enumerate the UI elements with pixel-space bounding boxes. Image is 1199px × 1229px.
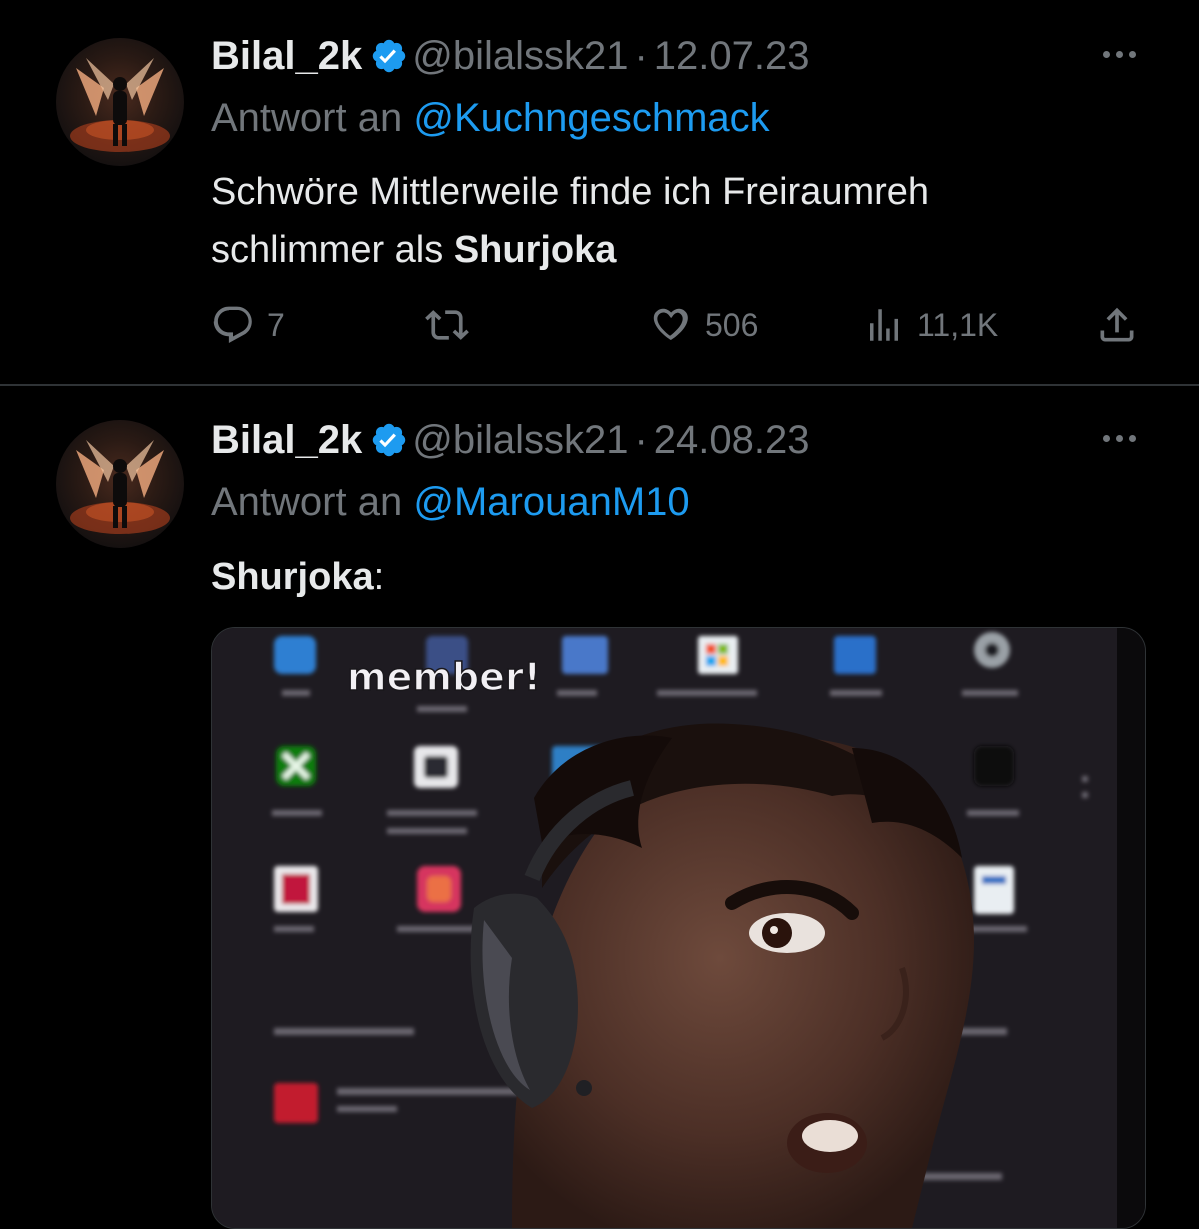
tweet-media-image[interactable]: member!	[211, 627, 1146, 1229]
display-name[interactable]: Bilal_2k	[211, 418, 362, 462]
separator-dot: ·	[634, 34, 648, 78]
tweet-text: Shurjoka:	[211, 548, 1111, 606]
tweet-text-rest: :	[373, 556, 385, 598]
reply-count: 7	[267, 306, 285, 343]
tweet-text-bold: Shurjoka	[211, 556, 374, 598]
more-icon[interactable]	[1099, 44, 1139, 64]
tweet-text-line-2: schlimmer als Shurjoka	[211, 221, 1111, 279]
tweet-header: Bilal_2k @bilalssk21 · 12.07.23	[211, 32, 810, 86]
display-name[interactable]: Bilal_2k	[211, 34, 362, 78]
avatar[interactable]	[56, 38, 184, 166]
tweet-date[interactable]: 12.07.23	[654, 34, 810, 78]
more-icon[interactable]	[1099, 428, 1139, 448]
person-in-video	[470, 723, 974, 1228]
views-icon	[870, 309, 898, 341]
separator-dot: ·	[634, 418, 648, 462]
tweet-text-line-1: Schwöre Mittlerweile finde ich Freiraumr…	[211, 171, 930, 213]
like-count: 506	[705, 306, 759, 343]
tweet-1[interactable]: Bilal_2k @bilalssk21 · 12.07.23 Antwort an …	[0, 0, 1199, 385]
media-caption-text: member!	[347, 655, 541, 699]
share-icon	[1100, 307, 1134, 342]
verified-badge-icon[interactable]	[370, 421, 408, 470]
reply-context: Antwort an @MarouanM10	[211, 478, 690, 526]
action-bar: 7 506 11,1K	[211, 300, 1141, 350]
avatar[interactable]	[56, 420, 184, 548]
view-count: 11,1K	[917, 306, 999, 343]
reply-mention-link[interactable]: @MarouanM10	[413, 480, 689, 524]
like-button[interactable]: 506	[647, 300, 758, 350]
reply-prefix: Antwort an	[211, 96, 403, 140]
like-icon	[653, 308, 688, 341]
retweet-button[interactable]	[425, 300, 481, 350]
verified-badge-icon[interactable]	[370, 37, 408, 86]
reply-context: Antwort an @Kuchngeschmack	[211, 94, 770, 142]
reply-button[interactable]: 7	[211, 300, 285, 350]
reply-mention-link[interactable]: @Kuchngeschmack	[413, 96, 769, 140]
share-button[interactable]	[1095, 300, 1139, 350]
views-button[interactable]: 11,1K	[863, 300, 998, 350]
user-handle[interactable]: @bilalssk21	[412, 34, 628, 78]
tweet-text: Schwöre Mittlerweile finde ich Freiraumr…	[211, 163, 1111, 279]
user-handle[interactable]: @bilalssk21	[412, 418, 628, 462]
tweet-header: Bilal_2k @bilalssk21 · 24.08.23	[211, 416, 810, 470]
tweet-text-line-2-prefix: schlimmer als	[211, 229, 454, 271]
tweet-text-bold: Shurjoka	[453, 229, 617, 271]
reply-icon	[213, 306, 252, 344]
reply-prefix: Antwort an	[211, 480, 403, 524]
tweet-date[interactable]: 24.08.23	[654, 418, 810, 462]
retweet-icon	[425, 310, 469, 340]
